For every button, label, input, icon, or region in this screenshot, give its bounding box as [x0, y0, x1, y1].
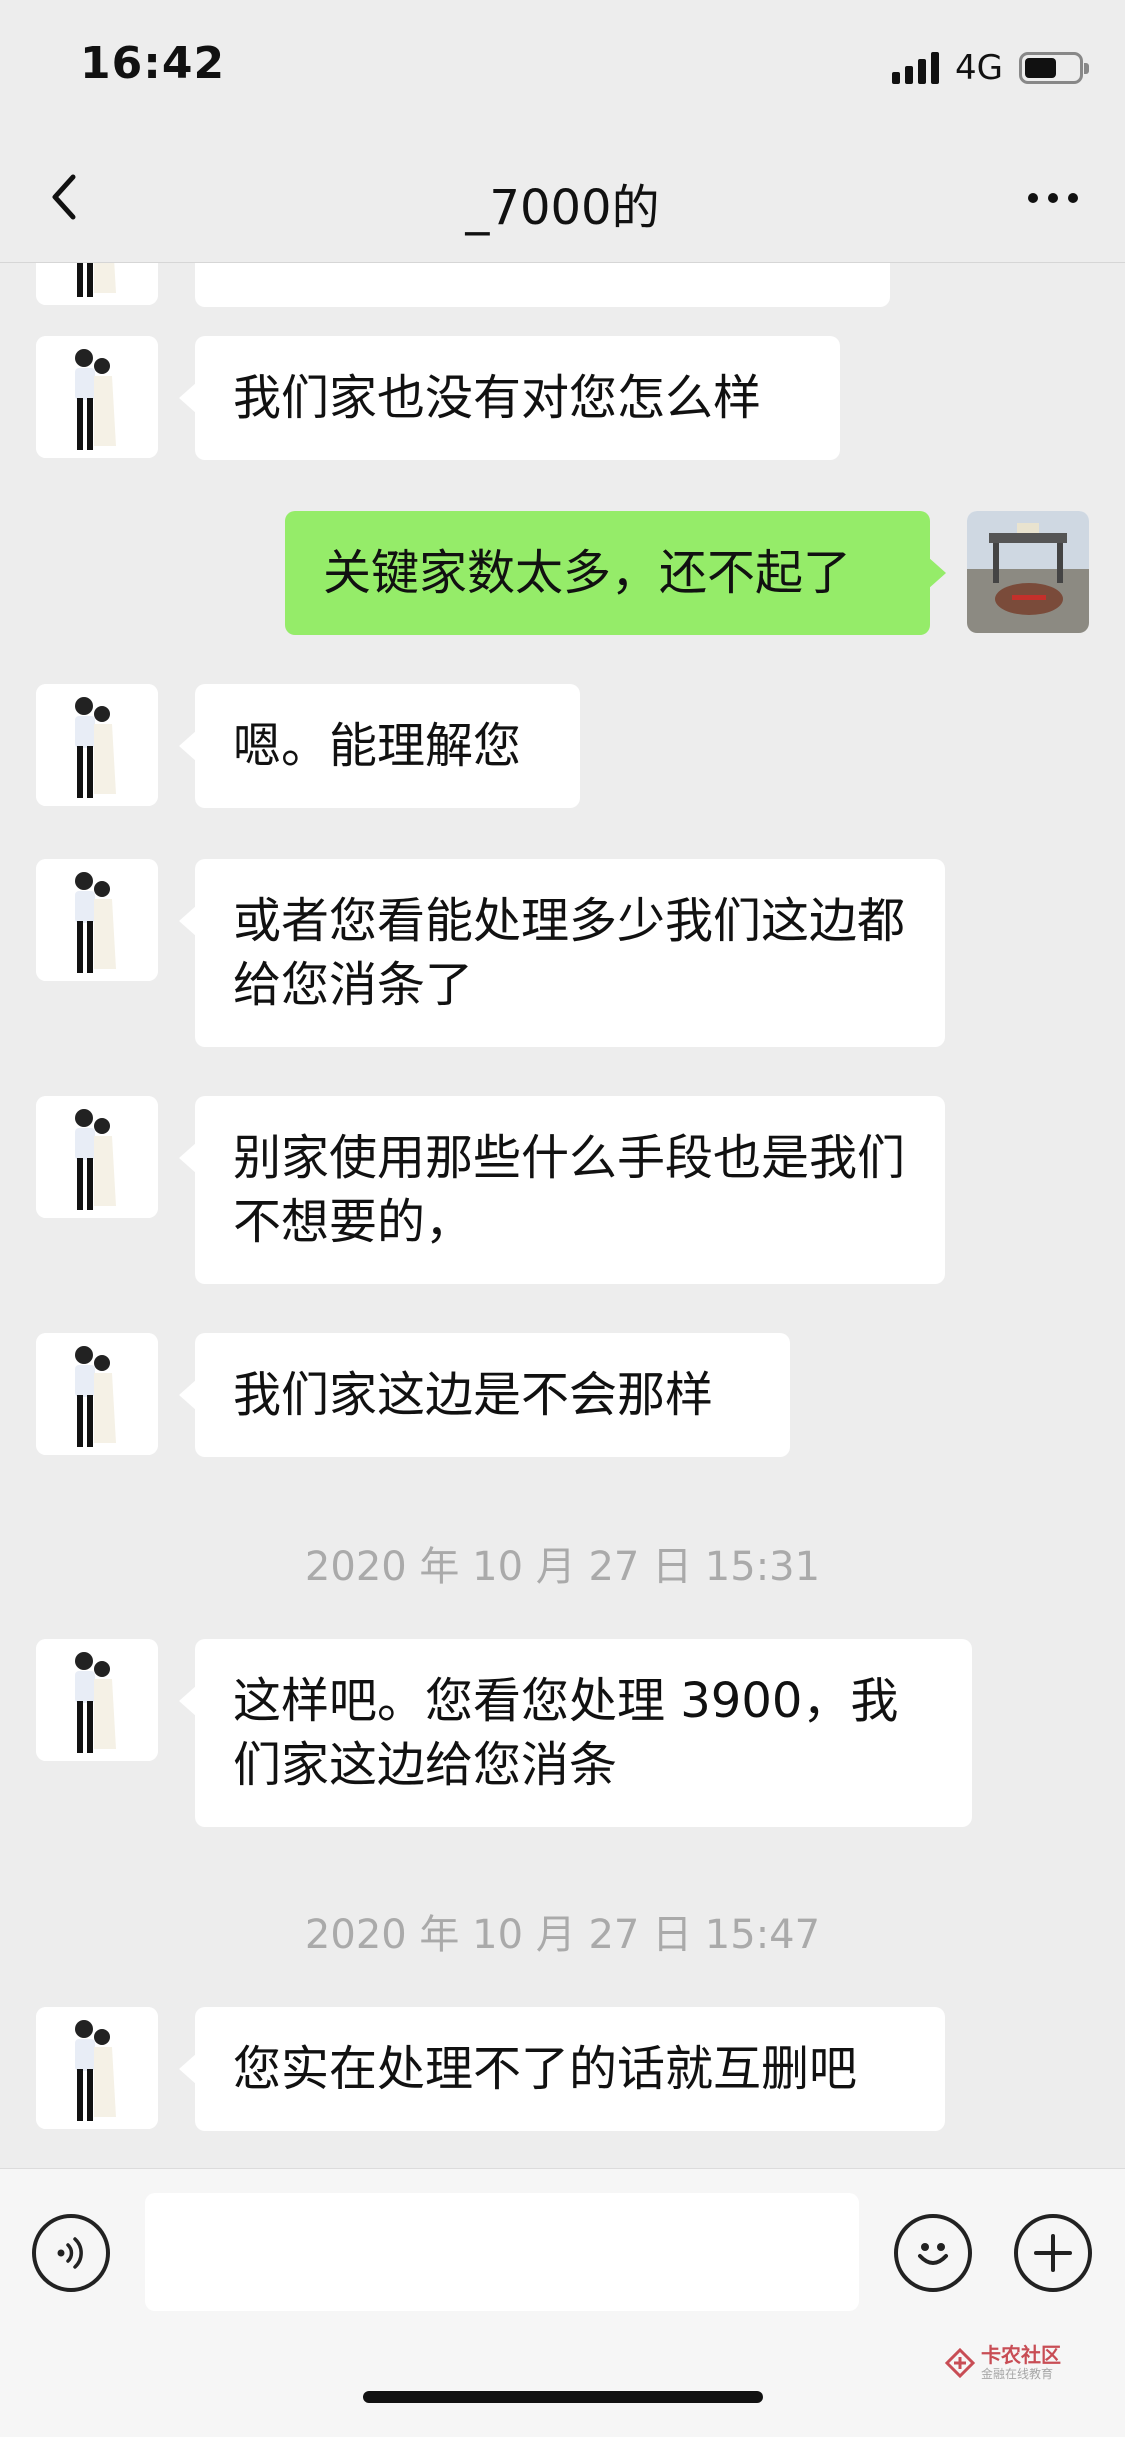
couple-avatar-icon: [36, 336, 158, 458]
status-bar: 16:42 4G: [0, 0, 1125, 132]
my-avatar[interactable]: [967, 511, 1089, 633]
contact-avatar[interactable]: [36, 859, 158, 981]
contact-avatar[interactable]: [36, 1333, 158, 1455]
contact-avatar[interactable]: [36, 684, 158, 806]
message-bubble[interactable]: [195, 263, 890, 307]
message-timestamp: 2020 年 10 月 27 日 15:31: [304, 1544, 821, 1590]
message-list[interactable]: 我们家也没有对您怎么样 关键家数太多，还不起了 嗯。能理解您 或者您看能处理多少…: [0, 263, 1125, 2168]
network-label: 4G: [955, 48, 1003, 88]
couple-avatar-icon: [36, 1333, 158, 1455]
more-options-button[interactable]: [1014, 2214, 1092, 2292]
plus-icon: [1034, 2234, 1072, 2272]
more-dots-icon: [1028, 193, 1038, 203]
contact-avatar[interactable]: [36, 2007, 158, 2129]
message-bubble[interactable]: 别家使用那些什么手段也是我们不想要的，: [179, 1096, 945, 1284]
message-bubble[interactable]: 我们家也没有对您怎么样: [179, 336, 840, 460]
status-indicators: 4G: [892, 48, 1089, 88]
landscape-avatar-icon: [967, 511, 1089, 633]
couple-avatar-icon: [36, 684, 158, 806]
signal-icon: [892, 52, 940, 84]
voice-button[interactable]: [32, 2214, 110, 2292]
more-button[interactable]: [1013, 168, 1093, 228]
input-bar: 卡农社区 金融在线教育: [0, 2168, 1125, 2437]
chat-title: _7000的: [465, 180, 660, 236]
emoji-button[interactable]: [894, 2214, 972, 2292]
message-bubble[interactable]: 我们家这边是不会那样: [179, 1333, 790, 1457]
message-bubble[interactable]: 嗯。能理解您: [179, 684, 580, 808]
contact-avatar[interactable]: [36, 263, 158, 305]
couple-avatar-icon: [36, 263, 158, 305]
watermark: 卡农社区 金融在线教育: [945, 2345, 1061, 2380]
message-bubble[interactable]: 您实在处理不了的话就互删吧: [179, 2007, 945, 2131]
message-bubble[interactable]: 这样吧。您看您处理 3900，我们家这边给您消条: [179, 1639, 972, 1827]
couple-avatar-icon: [36, 1096, 158, 1218]
home-indicator[interactable]: [363, 2391, 763, 2403]
couple-avatar-icon: [36, 859, 158, 981]
message-timestamp: 2020 年 10 月 27 日 15:47: [304, 1912, 821, 1958]
couple-avatar-icon: [36, 2007, 158, 2129]
contact-avatar[interactable]: [36, 336, 158, 458]
watermark-logo-icon: [945, 2347, 975, 2378]
voice-icon: [57, 2237, 83, 2269]
message-bubble[interactable]: 关键家数太多，还不起了: [285, 511, 946, 635]
watermark-title: 卡农社区: [981, 2343, 1061, 2367]
emoji-icon: [918, 2243, 948, 2265]
message-input[interactable]: [145, 2193, 859, 2311]
contact-avatar[interactable]: [36, 1639, 158, 1761]
battery-icon: [1019, 52, 1089, 84]
watermark-subtitle: 金融在线教育: [981, 2367, 1054, 2381]
couple-avatar-icon: [36, 1639, 158, 1761]
chat-header: _7000的: [0, 132, 1125, 263]
contact-avatar[interactable]: [36, 1096, 158, 1218]
message-bubble[interactable]: 或者您看能处理多少我们这边都给您消条了: [179, 859, 945, 1047]
status-time: 16:42: [80, 38, 226, 89]
